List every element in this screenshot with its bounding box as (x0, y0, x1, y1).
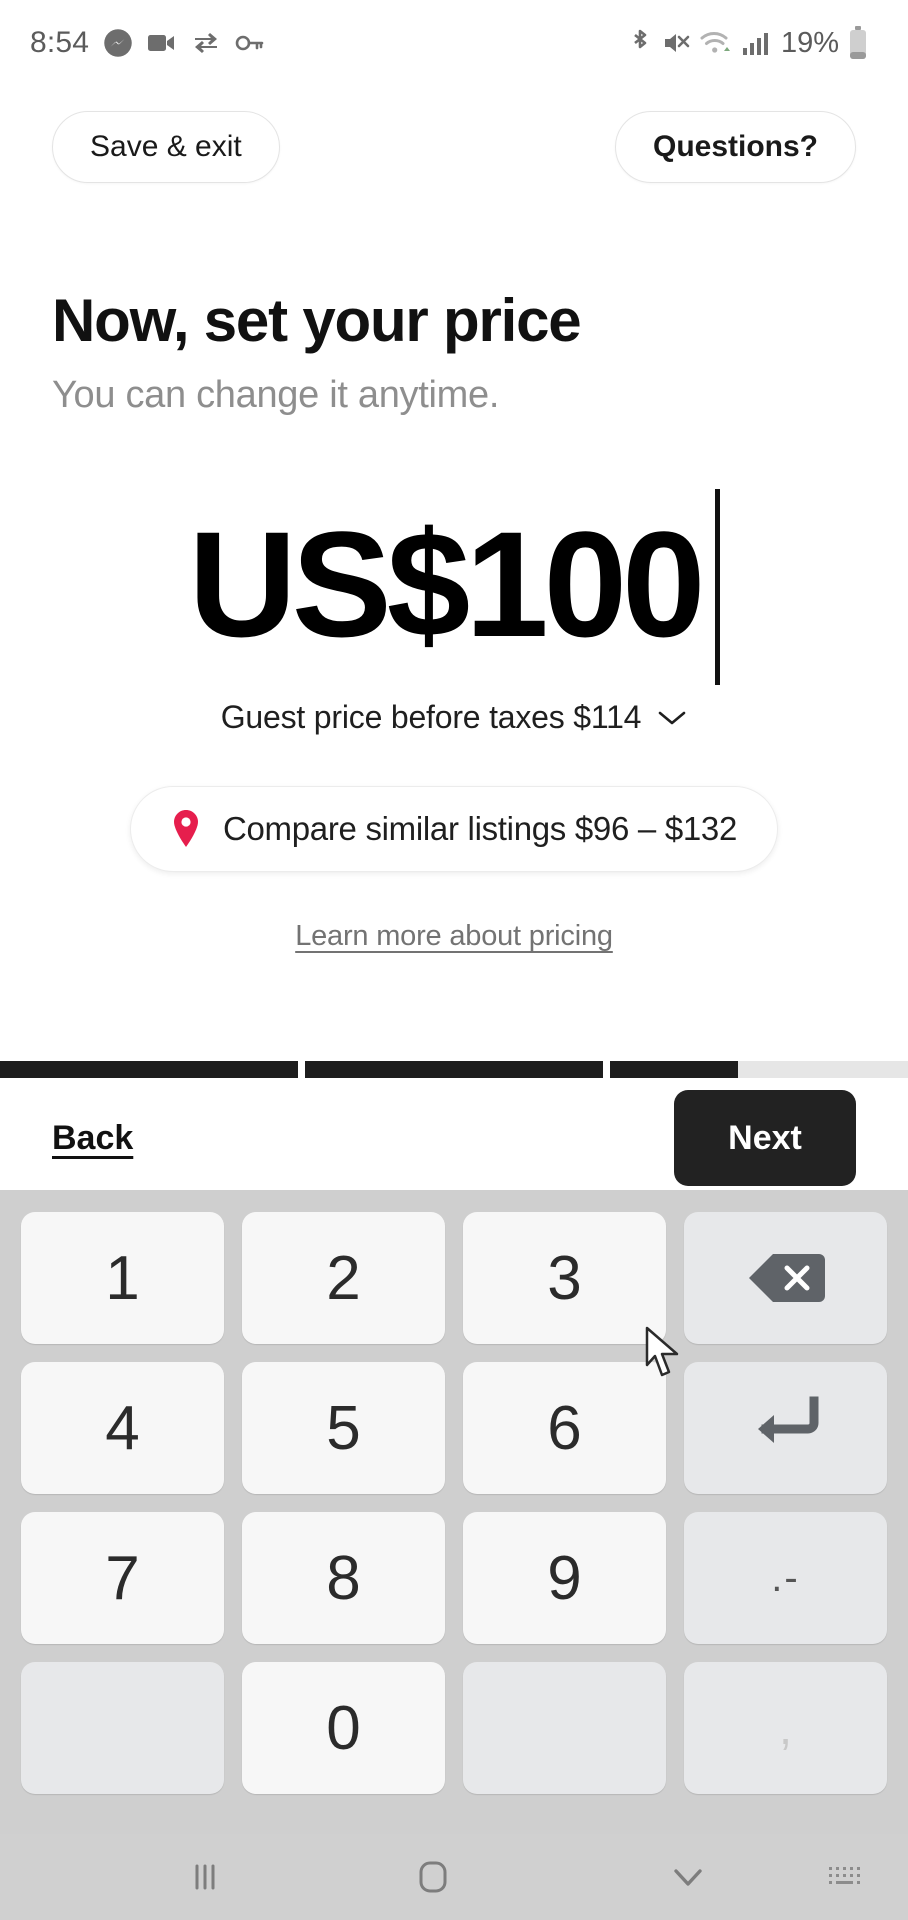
home-icon[interactable] (410, 1854, 456, 1900)
progress-bar (0, 1061, 908, 1078)
progress-segment-3 (610, 1061, 908, 1078)
price-value[interactable]: US$100 (188, 509, 705, 659)
learn-more-about-pricing-link[interactable]: Learn more about pricing (295, 920, 613, 953)
key-blank-left[interactable] (21, 1662, 224, 1794)
progress-segment-1 (0, 1061, 298, 1078)
key-7[interactable]: 7 (21, 1512, 224, 1644)
chevron-down-icon[interactable] (657, 709, 687, 727)
learn-more-row: Learn more about pricing (0, 920, 908, 953)
top-action-bar: Save & exit Questions? (0, 86, 908, 208)
progress-segment-2 (305, 1061, 603, 1078)
key-icon (235, 32, 265, 54)
key-blank-right[interactable] (463, 1662, 666, 1794)
guest-price-disclosure[interactable]: Guest price before taxes $114 (0, 699, 908, 736)
compare-similar-listings-button[interactable]: Compare similar listings $96 – $132 (129, 786, 779, 872)
page-subtitle: You can change it anytime. (52, 374, 500, 416)
key-5[interactable]: 5 (242, 1362, 445, 1494)
backspace-icon (747, 1250, 825, 1306)
wizard-footer: Back Next (0, 1078, 908, 1198)
key-9[interactable]: 9 (463, 1512, 666, 1644)
price-input-area[interactable]: US$100 (0, 479, 908, 689)
video-recorder-icon (147, 31, 177, 55)
key-1[interactable]: 1 (21, 1212, 224, 1344)
guest-price-label: Guest price before taxes $114 (220, 699, 642, 735)
main-content: Now, set your price You can change it an… (0, 208, 908, 953)
backspace-key[interactable] (684, 1212, 887, 1344)
wifi-icon (700, 29, 732, 57)
bluetooth-icon (628, 27, 652, 59)
status-time: 8:54 (30, 26, 90, 59)
messenger-icon (103, 28, 133, 58)
key-3[interactable]: 3 (463, 1212, 666, 1344)
keyboard-switch-icon[interactable] (825, 1861, 867, 1893)
key-0[interactable]: 0 (242, 1662, 445, 1794)
keyboard-row-1: 1 2 3 (12, 1204, 896, 1352)
keyboard-row-3: 7 8 9 .- (12, 1504, 896, 1652)
status-bar: 8:54 19% (0, 0, 908, 86)
status-bar-right: 19% (628, 26, 874, 60)
key-6[interactable]: 6 (463, 1362, 666, 1494)
enter-key[interactable] (684, 1362, 887, 1494)
mute-icon (661, 28, 691, 58)
hide-keyboard-icon[interactable] (666, 1860, 710, 1894)
map-pin-icon (171, 809, 201, 849)
keyboard-row-2: 4 5 6 (12, 1354, 896, 1502)
key-comma[interactable]: , (684, 1662, 887, 1794)
system-navigation-bar (0, 1834, 908, 1920)
cellular-signal-icon (741, 29, 769, 57)
questions-button[interactable]: Questions? (614, 111, 856, 183)
key-8[interactable]: 8 (242, 1512, 445, 1644)
compare-listings-row: Compare similar listings $96 – $132 (0, 786, 908, 872)
back-button[interactable]: Back (52, 1119, 133, 1158)
enter-icon (748, 1393, 824, 1464)
key-4[interactable]: 4 (21, 1362, 224, 1494)
page-title: Now, set your price (52, 287, 582, 354)
recents-icon[interactable] (105, 1855, 305, 1899)
status-bar-left: 8:54 (30, 26, 265, 60)
next-button[interactable]: Next (674, 1090, 856, 1186)
key-2[interactable]: 2 (242, 1212, 445, 1344)
vpn-icon (191, 30, 221, 56)
save-and-exit-button[interactable]: Save & exit (52, 111, 280, 183)
battery-icon (848, 26, 868, 60)
numeric-keyboard: 1 2 3 4 5 6 7 8 9 .- 0 , (0, 1190, 908, 1920)
keyboard-row-4: 0 , (12, 1654, 896, 1802)
key-dot-dash[interactable]: .- (684, 1512, 887, 1644)
text-caret (714, 489, 720, 685)
battery-percent: 19% (780, 26, 839, 59)
compare-label: Compare similar listings $96 – $132 (222, 810, 738, 847)
